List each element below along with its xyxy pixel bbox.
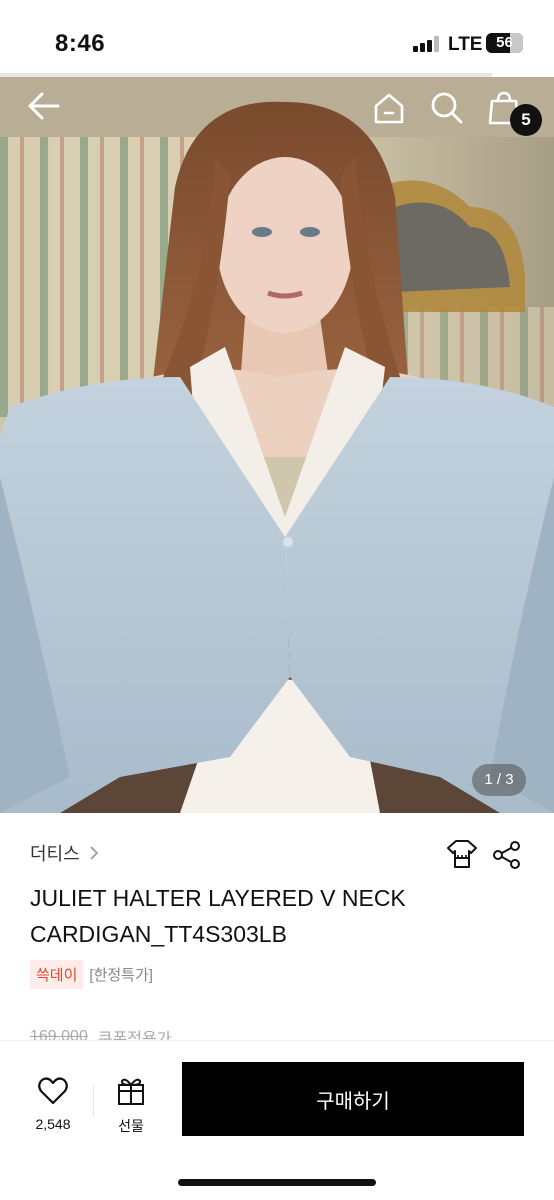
bottom-action-bar: 2,548 선물 구매하기: [0, 1040, 554, 1200]
brand-link[interactable]: 더티스: [30, 840, 102, 866]
product-tags: 쓱데이 [한정특가]: [30, 960, 153, 989]
gift-button[interactable]: 선물: [104, 1074, 158, 1134]
home-icon: [374, 93, 404, 124]
share-icon[interactable]: [492, 840, 522, 870]
gift-icon: [118, 1078, 144, 1105]
battery-level: 56: [496, 34, 513, 51]
gift-label: 선물: [118, 1118, 144, 1134]
product-title-line2: CARDIGAN_TT4S303LB: [30, 921, 287, 947]
image-page-indicator: 1 / 3: [472, 764, 526, 796]
heart-icon: [38, 1077, 68, 1105]
event-tag: 쓱데이: [30, 960, 84, 989]
status-time: 8:46: [55, 30, 106, 57]
like-button[interactable]: 2,548: [24, 1074, 82, 1134]
search-icon: [431, 92, 463, 124]
product-image-carousel[interactable]: 5 1 / 3: [0, 77, 554, 813]
buy-button[interactable]: 구매하기: [182, 1062, 524, 1136]
status-bar: 8:46 LTE 56: [0, 0, 554, 77]
product-title: JULIET HALTER LAYERED V NECK CARDIGAN_TT…: [30, 880, 510, 952]
product-title-line1: JULIET HALTER LAYERED V NECK: [30, 885, 406, 911]
product-photo: [0, 77, 554, 813]
bottom-divider: [93, 1086, 94, 1116]
back-button[interactable]: [26, 91, 66, 131]
brand-name: 더티스: [30, 844, 80, 864]
like-count: 2,548: [35, 1116, 71, 1132]
chevron-right-icon: [90, 846, 98, 860]
size-fit-icon[interactable]: [446, 838, 478, 870]
home-button[interactable]: [372, 91, 412, 131]
network-label: LTE: [448, 34, 483, 55]
battery-icon: 56: [486, 33, 523, 53]
cart-count-badge: 5: [510, 104, 542, 136]
home-indicator: [178, 1179, 376, 1186]
back-arrow-icon: [28, 92, 60, 120]
search-button[interactable]: [430, 91, 470, 131]
signal-icon: [413, 36, 439, 52]
limited-tag: [한정특가]: [89, 967, 153, 984]
